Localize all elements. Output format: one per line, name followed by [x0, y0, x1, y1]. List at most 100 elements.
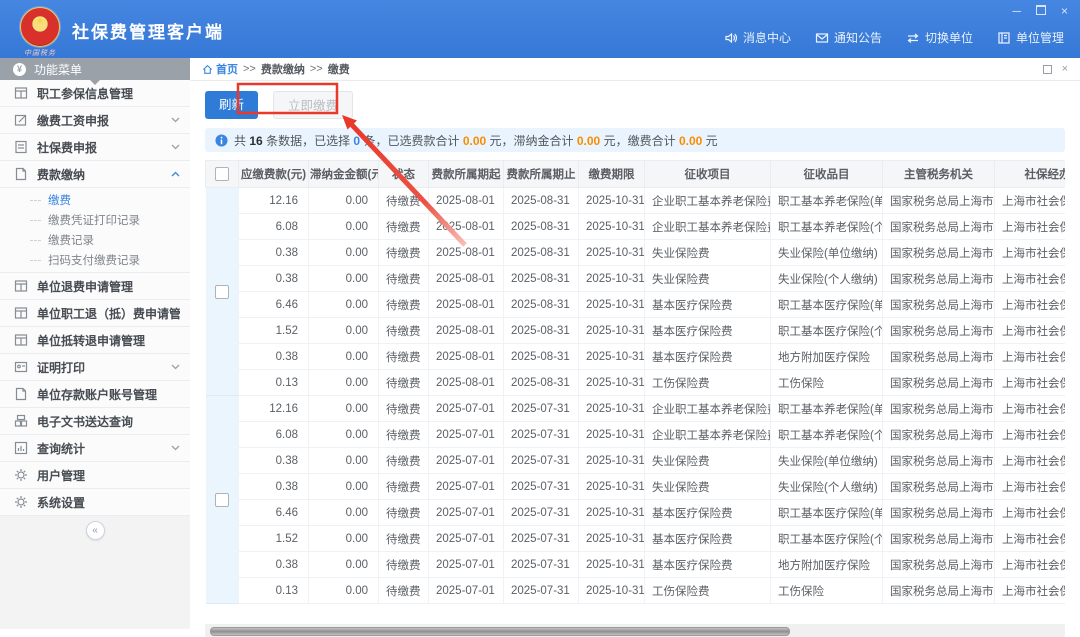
sidebar-item-label: 单位存款账户账号管理: [37, 386, 180, 403]
due-date-cell: 2025-10-31: [579, 266, 645, 292]
tree-dash: [30, 220, 41, 221]
sidebar-item-label: 单位职工退（抵）费申请管理: [37, 305, 180, 322]
late-fee-cell: 0.00: [309, 370, 379, 396]
tax-authority-cell: 国家税务总局上海市区...: [883, 500, 995, 526]
subitem-cell: 地方附加医疗保险: [771, 344, 883, 370]
subitem-cell: 职工基本养老保险(个人缴纳): [771, 214, 883, 240]
chart-icon: [14, 441, 28, 455]
status-cell: 待缴费: [379, 292, 429, 318]
yen-circle-icon: ¥: [13, 63, 26, 76]
topbar-item[interactable]: 消息中心: [724, 29, 791, 46]
status-cell: 待缴费: [379, 214, 429, 240]
status-cell: 待缴费: [379, 344, 429, 370]
table-row: 1.520.00待缴费2025-07-012025-07-312025-10-3…: [206, 526, 1066, 552]
agency-cell: 上海市社会保险事业: [995, 266, 1066, 292]
due-date-cell: 2025-10-31: [579, 214, 645, 240]
chevron-down-icon: [171, 445, 180, 451]
late-fee-cell: 0.00: [309, 448, 379, 474]
status-cell: 待缴费: [379, 474, 429, 500]
agency-cell: 上海市社会保险事业: [995, 344, 1066, 370]
due-date-cell: 2025-10-31: [579, 370, 645, 396]
table-row: 0.380.00待缴费2025-07-012025-07-312025-10-3…: [206, 474, 1066, 500]
subitem-cell: 职工基本医疗保险(个人缴纳): [771, 526, 883, 552]
amount-cell: 1.52: [239, 526, 309, 552]
sidebar-item-label: 查询统计: [37, 440, 162, 457]
status-cell: 待缴费: [379, 578, 429, 604]
item-cell: 基本医疗保险费: [645, 318, 771, 344]
tab-close-icon[interactable]: ×: [1062, 63, 1068, 75]
sidebar-item[interactable]: 费款缴纳: [0, 161, 190, 188]
late-fee-cell: 0.00: [309, 474, 379, 500]
sidebar-item[interactable]: 社保费申报: [0, 134, 190, 161]
period-start-cell: 2025-08-01: [429, 344, 504, 370]
sidebar-subitem[interactable]: 缴费记录: [0, 230, 190, 250]
minimize-icon[interactable]: ─: [1012, 5, 1021, 17]
close-icon[interactable]: ×: [1061, 5, 1068, 17]
home-icon: [202, 64, 213, 75]
sidebar-item-label: 单位退费申请管理: [37, 278, 180, 295]
group-checkbox[interactable]: [215, 285, 229, 299]
column-header: 状态: [379, 161, 429, 188]
topbar-item[interactable]: 单位管理: [997, 29, 1064, 46]
toolbar-buttons: 刷新 立即缴费: [205, 91, 1065, 119]
period-start-cell: 2025-07-01: [429, 500, 504, 526]
table-row: 0.380.00待缴费2025-08-012025-08-312025-10-3…: [206, 240, 1066, 266]
late-fee-cell: 0.00: [309, 318, 379, 344]
table-row: 1.520.00待缴费2025-08-012025-08-312025-10-3…: [206, 318, 1066, 344]
table-row: 0.380.00待缴费2025-07-012025-07-312025-10-3…: [206, 552, 1066, 578]
select-all-checkbox[interactable]: [215, 167, 229, 181]
table-row: 0.380.00待缴费2025-08-012025-08-312025-10-3…: [206, 344, 1066, 370]
sidebar-item[interactable]: 缴费工资申报: [0, 107, 190, 134]
sidebar-item[interactable]: 单位退费申请管理: [0, 273, 190, 300]
topbar-item[interactable]: 通知公告: [815, 29, 882, 46]
column-header: 费款所属期止: [504, 161, 579, 188]
sidebar-item[interactable]: 用户管理: [0, 462, 190, 489]
sidebar-item[interactable]: 电子文书送达查询: [0, 408, 190, 435]
table-row: 6.460.00待缴费2025-07-012025-07-312025-10-3…: [206, 500, 1066, 526]
sidebar-item[interactable]: 单位抵转退申请管理: [0, 327, 190, 354]
sidebar-item[interactable]: 证明打印: [0, 354, 190, 381]
breadcrumb-home[interactable]: 首页: [202, 61, 238, 77]
sidebar-item[interactable]: 系统设置: [0, 489, 190, 516]
item-cell: 失业保险费: [645, 240, 771, 266]
period-end-cell: 2025-07-31: [504, 448, 579, 474]
status-cell: 待缴费: [379, 500, 429, 526]
pay-now-button[interactable]: 立即缴费: [273, 91, 353, 119]
chevron-down-icon: [171, 117, 180, 123]
maximize-icon[interactable]: [1036, 5, 1046, 17]
item-cell: 企业职工基本养老保险费: [645, 214, 771, 240]
sidebar-subitem[interactable]: 缴费凭证打印记录: [0, 210, 190, 230]
sidebar-item[interactable]: 单位职工退（抵）费申请管理: [0, 300, 190, 327]
app-header: 中国税务 社保费管理客户端 ─ × 消息中心通知公告切换单位单位管理: [0, 0, 1080, 58]
refresh-button[interactable]: 刷新: [205, 91, 258, 119]
tab-maximize-icon[interactable]: [1043, 65, 1052, 74]
period-end-cell: 2025-08-31: [504, 188, 579, 214]
chevron-up-icon: [171, 171, 180, 177]
due-date-cell: 2025-10-31: [579, 422, 645, 448]
sidebar-item-label: 缴费工资申报: [37, 112, 162, 129]
period-start-cell: 2025-08-01: [429, 240, 504, 266]
agency-cell: 上海市社会保险事业: [995, 396, 1066, 422]
horizontal-scrollbar[interactable]: [205, 624, 1065, 637]
agency-cell: 上海市社会保险事业: [995, 214, 1066, 240]
sidebar-subitem[interactable]: 缴费: [0, 190, 190, 210]
topbar-item[interactable]: 切换单位: [906, 29, 973, 46]
scrollbar-thumb[interactable]: [210, 627, 790, 636]
table-row: 6.080.00待缴费2025-07-012025-07-312025-10-3…: [206, 422, 1066, 448]
table-row: 6.080.00待缴费2025-08-012025-08-312025-10-3…: [206, 214, 1066, 240]
item-cell: 基本医疗保险费: [645, 500, 771, 526]
sidebar-item[interactable]: 单位存款账户账号管理: [0, 381, 190, 408]
due-date-cell: 2025-10-31: [579, 500, 645, 526]
sidebar-item[interactable]: 查询统计: [0, 435, 190, 462]
edit-icon: [14, 113, 28, 127]
group-checkbox[interactable]: [215, 493, 229, 507]
due-date-cell: 2025-10-31: [579, 292, 645, 318]
sidebar-collapse-button[interactable]: «: [86, 521, 105, 540]
logo-caption: 中国税务: [18, 48, 62, 58]
content-area: 首页 >> 费款缴纳 >> 缴费 × 刷新 立即缴费 共 16 条数据，已选择 …: [190, 58, 1080, 629]
group-select-cell: [206, 188, 239, 396]
pay-amount: 0.00: [679, 134, 702, 148]
status-cell: 待缴费: [379, 552, 429, 578]
sidebar-subitem[interactable]: 扫码支付缴费记录: [0, 250, 190, 270]
late-fee-amount: 0.00: [577, 134, 600, 148]
